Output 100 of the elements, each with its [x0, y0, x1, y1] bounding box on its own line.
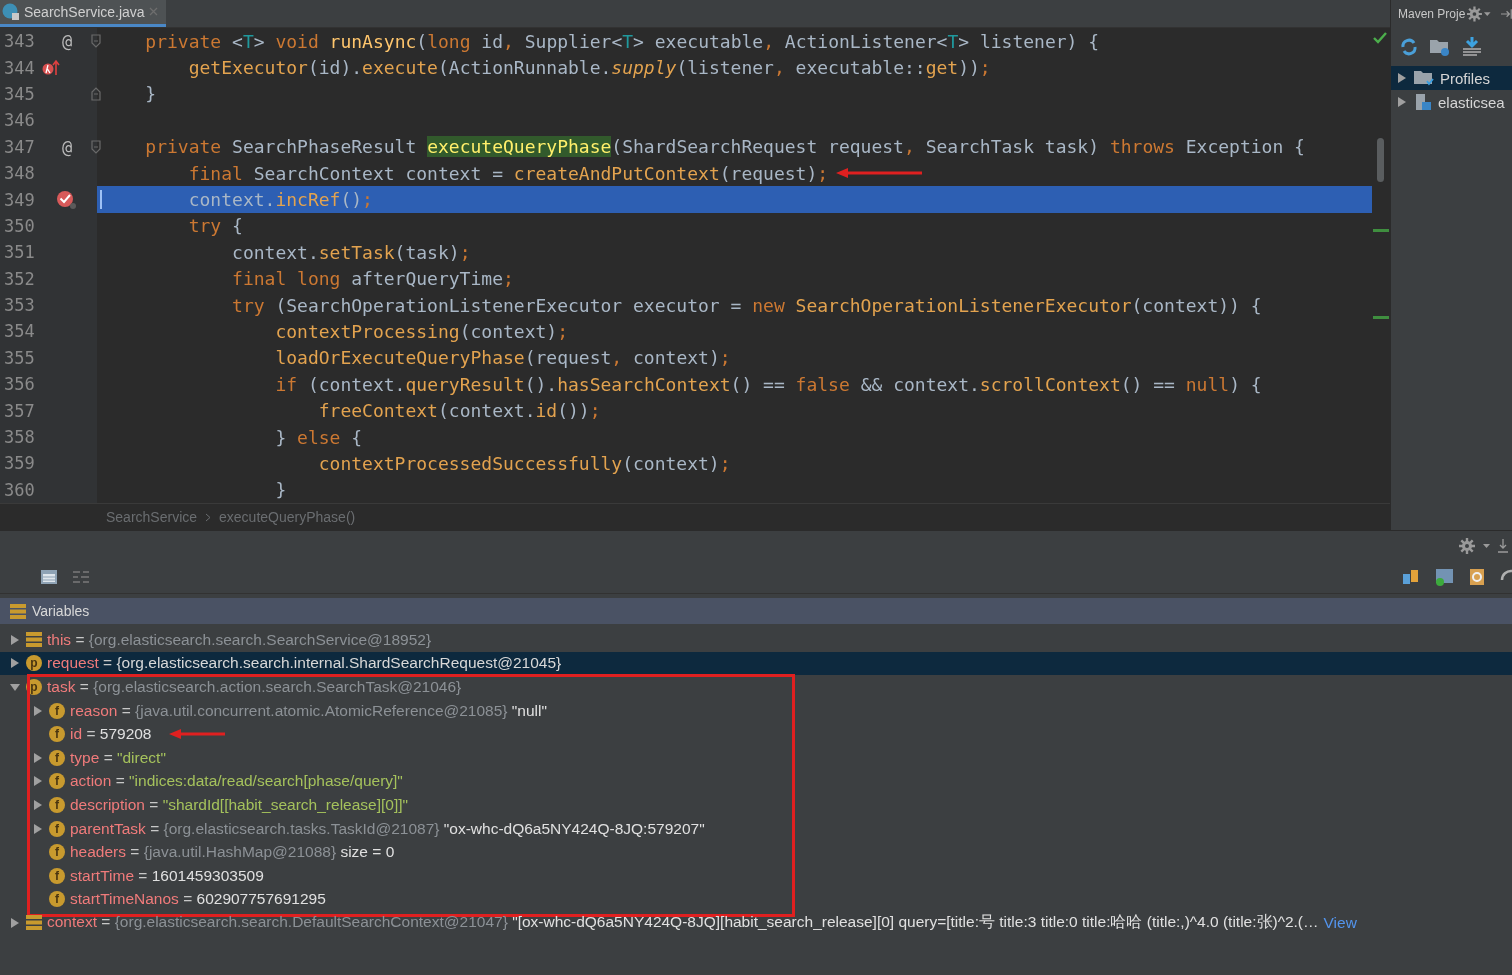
settings-icon[interactable]	[1459, 538, 1475, 554]
object-icon	[10, 603, 26, 619]
text-cursor	[100, 190, 102, 209]
code-line: contextProcessedSuccessfully(context);	[317, 452, 731, 474]
parameter-icon: p	[26, 655, 42, 672]
line-number: 359	[3, 453, 36, 474]
minimize-icon[interactable]	[1498, 539, 1508, 553]
field-icon: f	[49, 820, 65, 837]
field-icon: f	[49, 867, 65, 884]
line-number: 343	[3, 31, 36, 52]
expander-icon[interactable]	[9, 633, 21, 646]
hide-panel-icon[interactable]	[1500, 9, 1512, 19]
expander-icon[interactable]	[32, 751, 44, 764]
fold-icon[interactable]	[91, 139, 101, 154]
line-number: 360	[3, 479, 36, 500]
variable-row[interactable]: p request = {org.elasticsearch.search.internal.ShardSearchRequest@21045}	[0, 651, 1512, 676]
variable-entry: reason = {java.util.concurrent.atomic.AtomicReference@21085} "null"	[70, 701, 547, 720]
line-number: 348	[3, 163, 36, 184]
variable-entry: action = "indices:data/read/search[phase/query]"	[70, 772, 403, 791]
refresh-icon[interactable]	[1399, 37, 1419, 57]
lambda-breakpoint-icon[interactable]	[42, 58, 60, 77]
chip-icon[interactable]	[1468, 568, 1486, 586]
variable-entry: id = 579208	[70, 725, 152, 744]
fold-icon[interactable]	[91, 34, 101, 49]
file-tab[interactable]: SearchService.java	[0, 0, 166, 27]
expander-icon[interactable]	[1396, 96, 1408, 108]
chevron-icon	[205, 512, 212, 522]
override-marker[interactable]: @	[62, 136, 73, 157]
variable-entry: this = {org.elasticsearch.search.SearchService@18952}	[47, 630, 432, 649]
variable-entry: description = "shardId[[habit_search_release][0]]"	[70, 795, 409, 814]
variable-row[interactable]: f description = "shardId[[habit_search_release][0]]"	[0, 793, 1512, 817]
check-icon[interactable]	[1373, 32, 1387, 44]
code-line: try (SearchOperationListenerExecutor executor = new SearchOperationListenerExecutor(context)) {	[231, 294, 1262, 316]
line-number: 358	[3, 427, 36, 448]
caret-icon[interactable]	[1484, 11, 1491, 17]
line-number: 346	[3, 110, 36, 131]
code-line: freeContext(context.id());	[317, 400, 601, 422]
line-number: 353	[3, 295, 36, 316]
object-icon	[26, 632, 42, 648]
variable-row[interactable]: f parentTask = {org.elasticsearch.tasks.TaskId@21087} "ox-whc-dQ6a5NY424Q-8JQ:579207"	[0, 816, 1512, 841]
variable-row[interactable]: f type = "direct"	[0, 745, 1512, 770]
folder-icon	[1414, 70, 1434, 86]
tree-item[interactable]: elasticsea	[1391, 90, 1512, 114]
threads-icon[interactable]	[1402, 568, 1420, 586]
breakpoint-icon[interactable]	[56, 189, 78, 210]
variable-entry: parentTask = {org.elasticsearch.tasks.TaskId@21087} "ox-whc-dQ6a5NY424Q-8JQ:579207"	[70, 819, 705, 838]
line-number: 351	[3, 242, 36, 263]
scrollbar-thumb[interactable]	[1377, 138, 1384, 182]
code-line: } else {	[274, 426, 363, 448]
change-marker[interactable]	[1373, 316, 1389, 319]
line-number: 355	[3, 347, 36, 368]
expander-icon[interactable]	[1396, 72, 1408, 84]
tree-item[interactable]: Profiles	[1391, 66, 1512, 90]
expander-icon[interactable]	[32, 822, 44, 835]
variable-row[interactable]: f action = "indices:data/read/search[phase/query]"	[0, 769, 1512, 794]
folder-refresh-icon[interactable]	[1429, 37, 1451, 57]
line-number: 352	[3, 268, 36, 289]
code-line: }	[274, 479, 287, 501]
expander-icon[interactable]	[32, 798, 44, 811]
line-number: 347	[3, 136, 36, 157]
expander-icon[interactable]	[9, 681, 21, 693]
expander-icon[interactable]	[9, 657, 21, 670]
field-icon: f	[49, 796, 65, 813]
code-line: context.incRef();	[187, 189, 373, 210]
memory-view-icon[interactable]	[1434, 568, 1454, 586]
field-icon: f	[49, 726, 65, 743]
field-icon: f	[49, 749, 65, 766]
code-line: loadOrExecuteQueryPhase(request, context);	[274, 347, 731, 369]
variable-entry: startTimeNanos = 602907757691295	[70, 890, 326, 909]
variable-entry: task = {org.elasticsearch.action.search.SearchTask@21046}	[47, 678, 462, 696]
variable-entry: request = {org.elasticsearch.search.internal.ShardSearchRequest@21045}	[47, 654, 562, 673]
settings-icon[interactable]	[1467, 6, 1483, 22]
download-icon[interactable]	[1461, 37, 1483, 57]
line-number: 344	[3, 57, 36, 78]
code-line: try {	[187, 215, 243, 237]
object-icon	[26, 915, 42, 931]
override-marker[interactable]: @	[62, 31, 73, 52]
variable-row[interactable]: f reason = {java.util.concurrent.atomic.AtomicReference@21085} "null"	[0, 698, 1512, 723]
line-number: 350	[3, 215, 36, 236]
code-line: getExecutor(id).execute(ActionRunnable.supply(listener, executable::get));	[187, 57, 991, 79]
expander-icon[interactable]	[9, 916, 21, 929]
change-marker[interactable]	[1373, 229, 1389, 232]
variable-row[interactable]: f startTime = 1601459303509	[0, 863, 1512, 888]
variable-row[interactable]: f headers = {java.util.HashMap@21088} size = 0	[0, 840, 1512, 864]
class-file-icon	[2, 3, 20, 21]
line-number: 349	[3, 189, 36, 210]
variable-row[interactable]: context = {org.elasticsearch.search.DefaultSearchContext@21047} "[ox-whc-dQ6a5NY424Q-8JQ][habit_search_release][0] query=[title:号 title:3 title:0 title:哈哈 (title:,)^4.0 (title:张)^2.(… View	[0, 911, 1512, 935]
variable-row[interactable]: f startTimeNanos = 602907757691295	[0, 887, 1512, 912]
line-number: 356	[3, 374, 36, 395]
line-number: 354	[3, 321, 36, 342]
expander-icon[interactable]	[32, 775, 44, 788]
fold-icon[interactable]	[91, 86, 101, 101]
variable-row[interactable]: f id = 579208	[0, 722, 1512, 746]
code-line: final SearchContext context = createAndPutContext(request);	[187, 162, 829, 184]
caret-icon[interactable]	[1483, 543, 1490, 549]
expander-icon[interactable]	[32, 704, 44, 717]
table-icon[interactable]	[40, 569, 58, 585]
view-link[interactable]: View	[1323, 913, 1357, 932]
variable-row[interactable]: this = {org.elasticsearch.search.SearchService@18952}	[0, 628, 1512, 652]
variable-row[interactable]: p task = {org.elasticsearch.action.search.SearchTask@21046}	[0, 675, 1512, 699]
